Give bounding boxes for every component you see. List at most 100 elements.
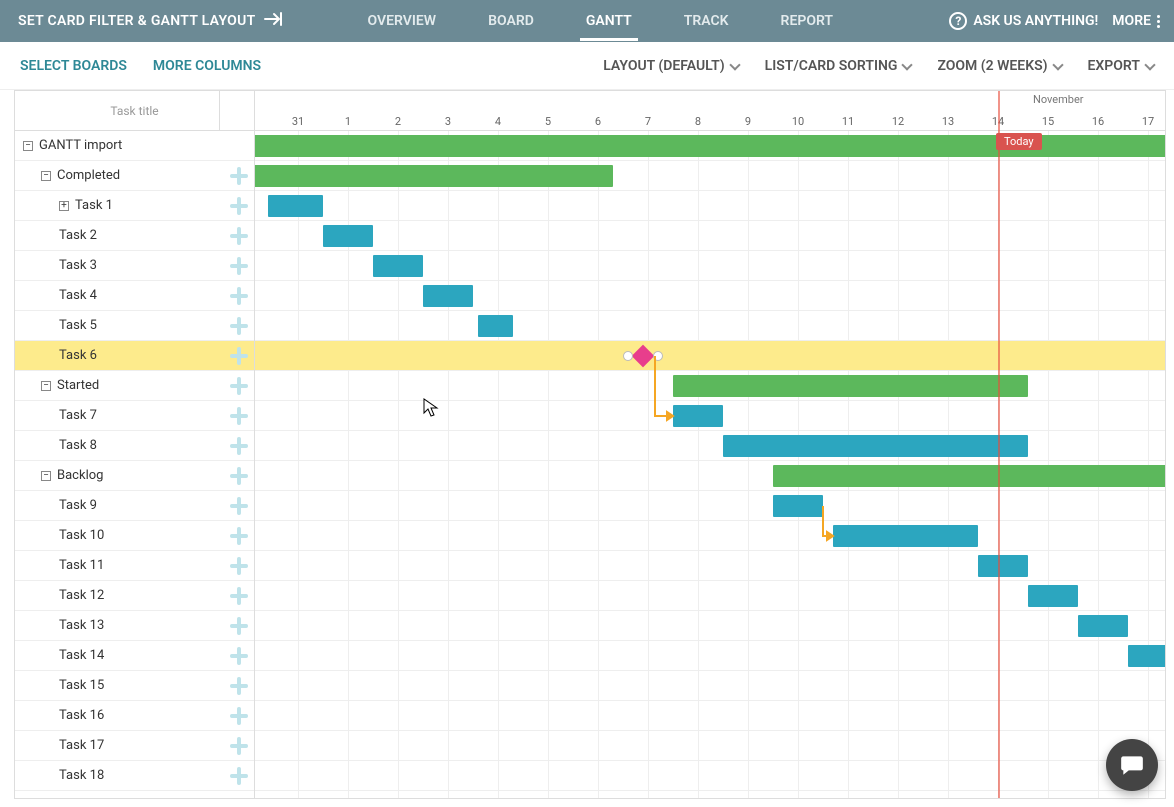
layout-dropdown[interactable]: LAYOUT (DEFAULT) xyxy=(603,58,738,74)
day-col-1: 1 xyxy=(323,111,373,131)
task-bar[interactable] xyxy=(723,435,1028,457)
task-row[interactable]: Task 6 xyxy=(15,341,254,371)
task-label: Task 3 xyxy=(59,258,97,273)
tab-overview[interactable]: OVERVIEW xyxy=(362,2,443,41)
add-task-icon[interactable] xyxy=(230,707,248,725)
add-task-icon[interactable] xyxy=(230,407,248,425)
task-bar[interactable] xyxy=(773,495,823,517)
task-bar[interactable] xyxy=(833,525,978,547)
add-task-icon[interactable] xyxy=(230,647,248,665)
day-col-16: 16 xyxy=(1073,111,1123,131)
add-task-icon[interactable] xyxy=(230,347,248,365)
tab-gantt[interactable]: GANTT xyxy=(580,2,638,41)
tab-report[interactable]: REPORT xyxy=(775,2,839,41)
day-col-6: 6 xyxy=(573,111,623,131)
add-task-icon[interactable] xyxy=(230,677,248,695)
add-task-icon[interactable] xyxy=(230,257,248,275)
group-bar[interactable] xyxy=(773,465,1165,487)
task-label: Task 1 xyxy=(75,198,113,213)
day-col-13: 13 xyxy=(923,111,973,131)
add-task-icon[interactable] xyxy=(230,467,248,485)
task-row[interactable]: Task 14 xyxy=(15,641,254,671)
task-row[interactable]: Task 9 xyxy=(15,491,254,521)
add-task-icon[interactable] xyxy=(230,437,248,455)
task-row[interactable]: Task 3 xyxy=(15,251,254,281)
task-row[interactable]: Task 8 xyxy=(15,431,254,461)
task-row[interactable]: −Backlog xyxy=(15,461,254,491)
add-task-icon[interactable] xyxy=(230,527,248,545)
task-bar[interactable] xyxy=(268,195,323,217)
task-bar[interactable] xyxy=(323,225,373,247)
ask-us-button[interactable]: ? ASK US ANYTHING! xyxy=(949,12,1098,30)
set-filter-button[interactable]: SET CARD FILTER & GANTT LAYOUT xyxy=(18,12,282,30)
task-row[interactable]: Task 2 xyxy=(15,221,254,251)
expand-icon[interactable]: + xyxy=(59,201,69,211)
add-task-icon[interactable] xyxy=(230,287,248,305)
today-badge: Today xyxy=(996,133,1042,150)
day-col-8: 8 xyxy=(673,111,723,131)
add-task-icon[interactable] xyxy=(230,167,248,185)
task-row[interactable]: −GANTT import xyxy=(15,131,254,161)
day-col-9: 9 xyxy=(723,111,773,131)
task-row[interactable]: Task 5 xyxy=(15,311,254,341)
task-row[interactable]: Task 18 xyxy=(15,761,254,791)
calendar-header: November 0311234567891011121314151617 xyxy=(255,91,1165,131)
add-task-icon[interactable] xyxy=(230,737,248,755)
export-dropdown[interactable]: EXPORT xyxy=(1088,58,1154,74)
task-bar[interactable] xyxy=(1128,645,1165,667)
task-bar[interactable] xyxy=(1078,615,1128,637)
task-label: Task 7 xyxy=(59,408,97,423)
chat-widget-button[interactable] xyxy=(1106,739,1158,791)
timeline-pane[interactable]: November 0311234567891011121314151617 To… xyxy=(255,91,1165,798)
task-row[interactable]: Task 7 xyxy=(15,401,254,431)
task-bar[interactable] xyxy=(478,315,513,337)
add-task-icon[interactable] xyxy=(230,617,248,635)
task-row[interactable]: Task 12 xyxy=(15,581,254,611)
topbar: SET CARD FILTER & GANTT LAYOUT OVERVIEW B… xyxy=(0,0,1174,42)
zoom-dropdown[interactable]: ZOOM (2 WEEKS) xyxy=(937,58,1061,74)
add-task-icon[interactable] xyxy=(230,377,248,395)
task-bar[interactable] xyxy=(1028,585,1078,607)
chevron-down-icon xyxy=(1052,59,1063,70)
add-task-icon[interactable] xyxy=(230,317,248,335)
task-row[interactable]: −Completed xyxy=(15,161,254,191)
add-task-icon[interactable] xyxy=(230,227,248,245)
milestone-handle[interactable] xyxy=(623,351,633,361)
collapse-icon[interactable]: − xyxy=(41,471,51,481)
task-row[interactable]: Task 4 xyxy=(15,281,254,311)
add-task-icon[interactable] xyxy=(230,767,248,785)
collapse-icon[interactable]: − xyxy=(23,141,33,151)
task-bar[interactable] xyxy=(978,555,1028,577)
tab-track[interactable]: TRACK xyxy=(678,2,735,41)
task-bar[interactable] xyxy=(373,255,423,277)
tab-board[interactable]: BOARD xyxy=(482,2,540,41)
task-row[interactable]: Task 11 xyxy=(15,551,254,581)
task-label: Completed xyxy=(57,168,120,183)
add-task-icon[interactable] xyxy=(230,497,248,515)
group-bar[interactable] xyxy=(673,375,1028,397)
add-task-icon[interactable] xyxy=(230,197,248,215)
group-bar[interactable] xyxy=(255,165,613,187)
task-row[interactable]: + Task 1 xyxy=(15,191,254,221)
task-row[interactable]: Task 13 xyxy=(15,611,254,641)
select-boards-link[interactable]: SELECT BOARDS xyxy=(20,58,127,74)
more-button[interactable]: MORE xyxy=(1112,13,1160,29)
task-row[interactable]: −Started xyxy=(15,371,254,401)
task-label: Task 10 xyxy=(59,528,104,543)
task-label: Task 12 xyxy=(59,588,104,603)
help-icon: ? xyxy=(949,12,967,30)
task-row[interactable]: Task 17 xyxy=(15,731,254,761)
add-task-icon[interactable] xyxy=(230,587,248,605)
sorting-dropdown[interactable]: LIST/CARD SORTING xyxy=(765,58,912,74)
task-row[interactable]: Task 10 xyxy=(15,521,254,551)
more-columns-link[interactable]: MORE COLUMNS xyxy=(153,58,261,74)
collapse-icon[interactable]: − xyxy=(41,381,51,391)
day-col-11: 11 xyxy=(823,111,873,131)
more-dots-icon xyxy=(1157,15,1160,28)
task-bar[interactable] xyxy=(423,285,473,307)
task-row[interactable]: Task 15 xyxy=(15,671,254,701)
add-task-icon[interactable] xyxy=(230,557,248,575)
collapse-icon[interactable]: − xyxy=(41,171,51,181)
day-col-5: 5 xyxy=(523,111,573,131)
task-row[interactable]: Task 16 xyxy=(15,701,254,731)
